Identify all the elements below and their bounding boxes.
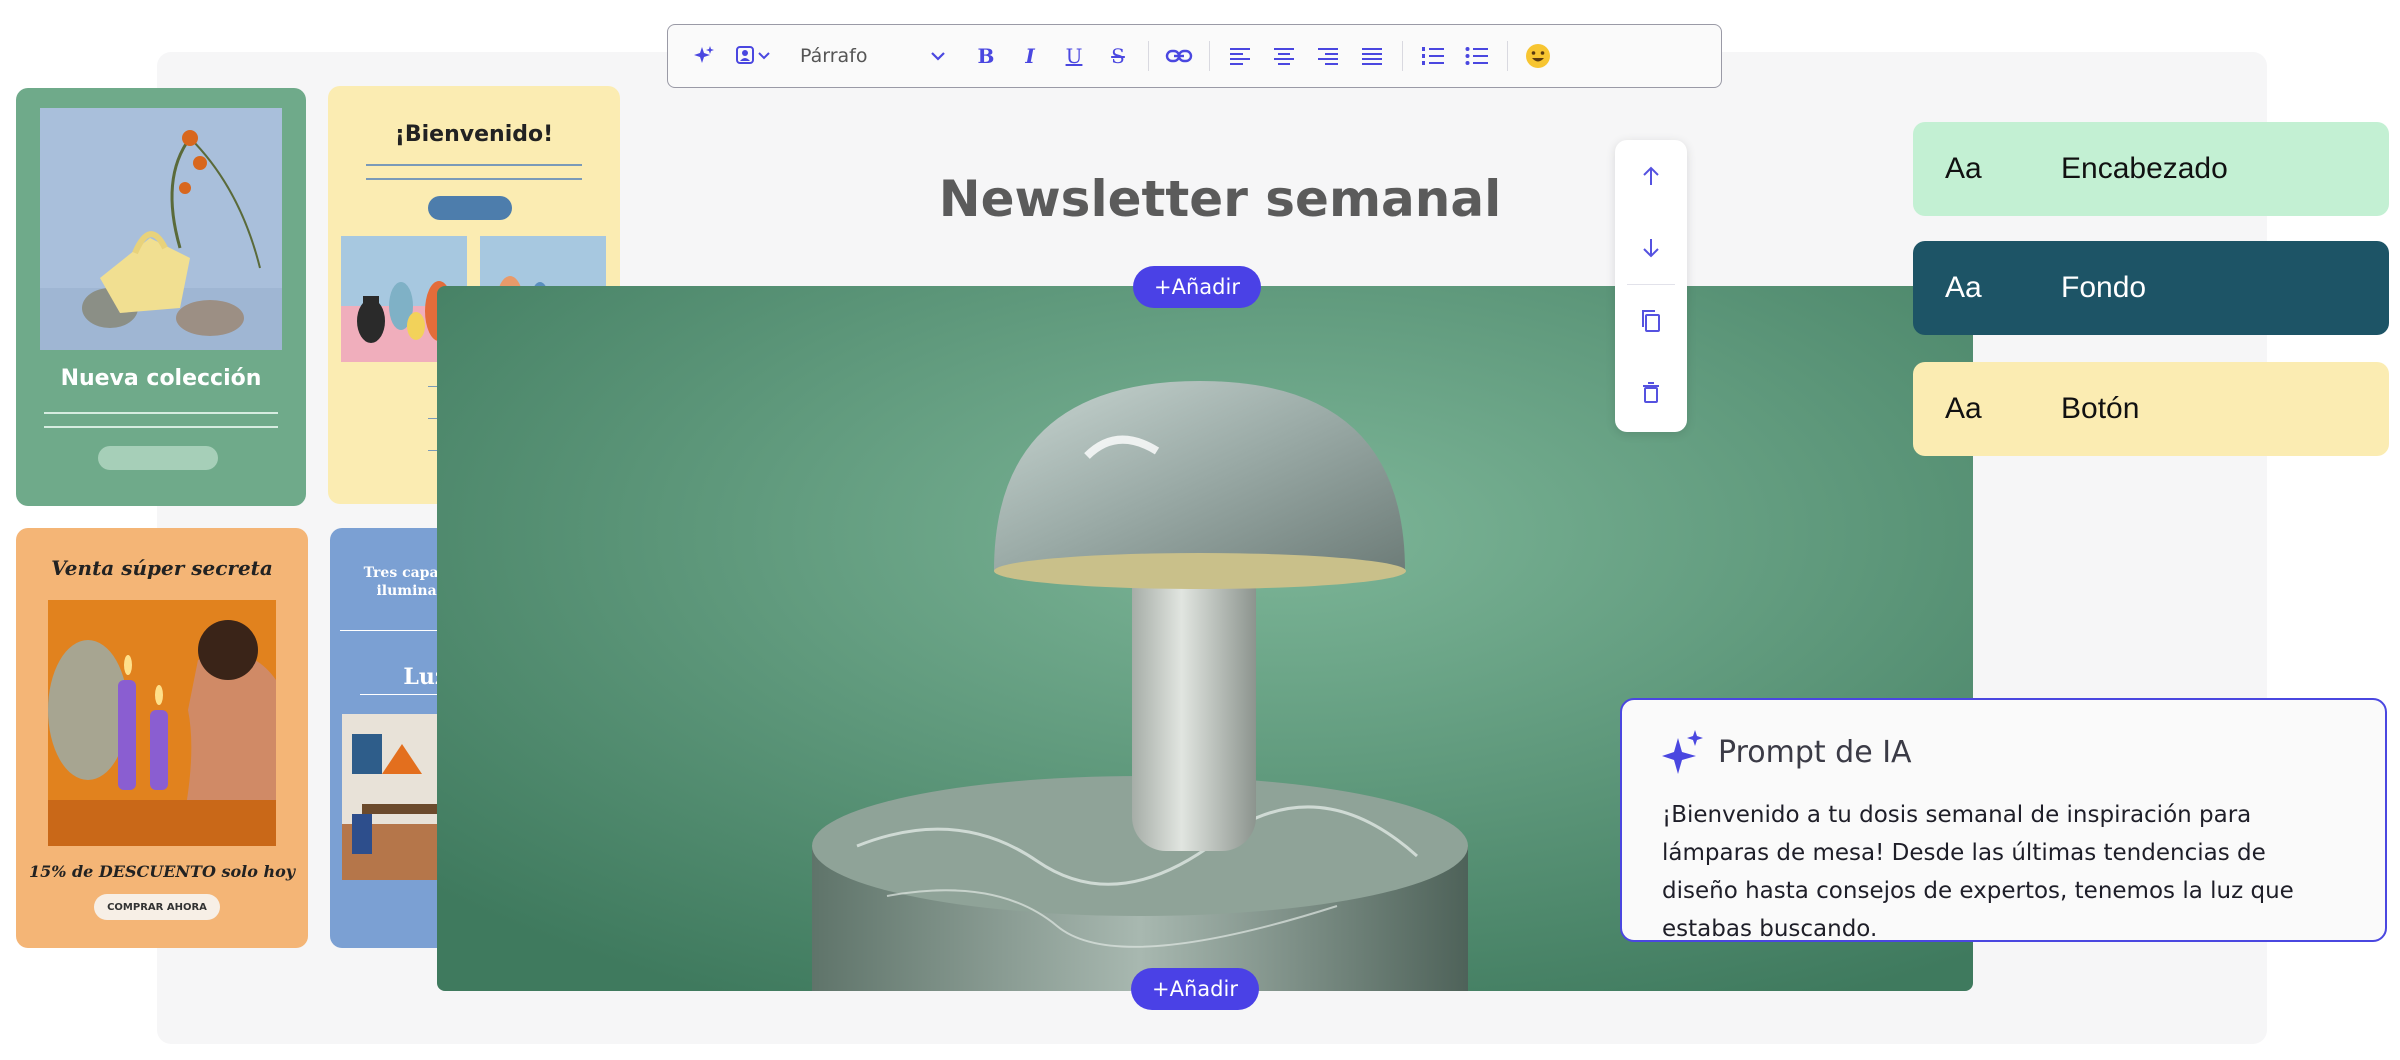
duplicate-button[interactable] <box>1621 285 1681 357</box>
style-chip-heading[interactable]: Aa Encabezado <box>1913 122 2389 216</box>
bullet-list-icon <box>1465 47 1488 65</box>
style-label: Encabezado <box>2061 152 2228 185</box>
bag-flower-image <box>40 108 282 350</box>
italic-button[interactable]: I <box>1008 34 1052 78</box>
align-center-icon <box>1274 48 1294 65</box>
formatting-toolbar: Párrafo B I U S <box>667 24 1722 88</box>
arrow-up-icon <box>1643 166 1659 185</box>
delete-button[interactable] <box>1621 357 1681 429</box>
move-down-button[interactable] <box>1621 212 1681 284</box>
style-sample: Aa <box>1945 392 1982 425</box>
text-line-placeholder <box>44 426 278 428</box>
personalize-icon[interactable] <box>726 34 782 78</box>
ai-sparkle-icon <box>1662 730 1703 774</box>
toolbar-divider <box>1507 41 1508 71</box>
align-left-icon <box>1230 48 1250 65</box>
align-left-button[interactable] <box>1218 34 1262 78</box>
button-placeholder <box>428 196 512 220</box>
link-icon <box>1165 49 1193 63</box>
underline-button[interactable]: U <box>1052 34 1096 78</box>
move-up-button[interactable] <box>1621 140 1681 212</box>
template-title: Venta súper secreta <box>51 556 273 580</box>
trash-icon <box>1643 382 1659 403</box>
template-title: ¡Bienvenido! <box>394 122 554 147</box>
style-chip-button[interactable]: Aa Botón <box>1913 362 2389 456</box>
arrow-down-icon <box>1643 239 1659 258</box>
template-subtitle: 15% de DESCUENTO solo hoy <box>28 862 296 881</box>
candles-image <box>48 600 276 846</box>
text-line-placeholder <box>366 164 582 166</box>
bullet-list-button[interactable] <box>1455 34 1499 78</box>
style-label: Fondo <box>2061 271 2147 304</box>
emoji-icon <box>1526 44 1550 68</box>
bold-icon: B <box>977 44 995 68</box>
ai-prompt-text[interactable]: ¡Bienvenido a tu dosis semanal de inspir… <box>1662 796 2345 948</box>
emoji-button[interactable] <box>1516 34 1560 78</box>
strikethrough-button[interactable]: S <box>1096 34 1140 78</box>
link-button[interactable] <box>1157 34 1201 78</box>
align-justify-icon <box>1362 48 1382 65</box>
buy-now-button[interactable]: COMPRAR AHORA <box>94 894 220 920</box>
template-card-secret-sale[interactable]: Venta súper secreta 15% de DESCUENTO sol… <box>16 528 308 948</box>
underline-icon: U <box>1065 44 1083 68</box>
block-actions-panel <box>1615 140 1687 432</box>
chevron-down-icon <box>931 52 945 61</box>
bold-button[interactable]: B <box>964 34 1008 78</box>
toolbar-divider <box>1402 41 1403 71</box>
align-right-icon <box>1318 48 1338 65</box>
ai-prompt-panel[interactable]: Prompt de IA ¡Bienvenido a tu dosis sema… <box>1620 698 2387 942</box>
add-block-top-button[interactable]: +Añadir <box>1133 266 1261 308</box>
toolbar-divider <box>1209 41 1210 71</box>
style-chip-background[interactable]: Aa Fondo <box>1913 241 2389 335</box>
toolbar-divider <box>1148 41 1149 71</box>
button-placeholder <box>98 446 218 470</box>
numbered-list-button[interactable] <box>1411 34 1455 78</box>
style-label: Botón <box>2061 392 2140 425</box>
paragraph-style-select[interactable]: Párrafo <box>786 34 956 78</box>
ai-prompt-title: Prompt de IA <box>1718 734 1912 770</box>
style-sample: Aa <box>1945 271 1982 304</box>
paragraph-style-value: Párrafo <box>800 45 868 67</box>
add-block-bottom-button[interactable]: +Añadir <box>1131 968 1259 1010</box>
template-card-new-collection[interactable]: Nueva colección <box>16 88 306 506</box>
template-title: Nueva colección <box>60 366 262 391</box>
align-center-button[interactable] <box>1262 34 1306 78</box>
newsletter-title[interactable]: Newsletter semanal <box>850 170 1590 228</box>
style-sample: Aa <box>1945 152 1982 185</box>
ai-sparkle-icon[interactable] <box>682 34 726 78</box>
text-line-placeholder <box>366 178 582 180</box>
strikethrough-icon: S <box>1111 44 1125 68</box>
align-right-button[interactable] <box>1306 34 1350 78</box>
text-line-placeholder <box>44 412 278 414</box>
italic-icon: I <box>1025 44 1035 68</box>
align-justify-button[interactable] <box>1350 34 1394 78</box>
copy-icon <box>1642 310 1660 332</box>
numbered-list-icon <box>1422 47 1444 65</box>
